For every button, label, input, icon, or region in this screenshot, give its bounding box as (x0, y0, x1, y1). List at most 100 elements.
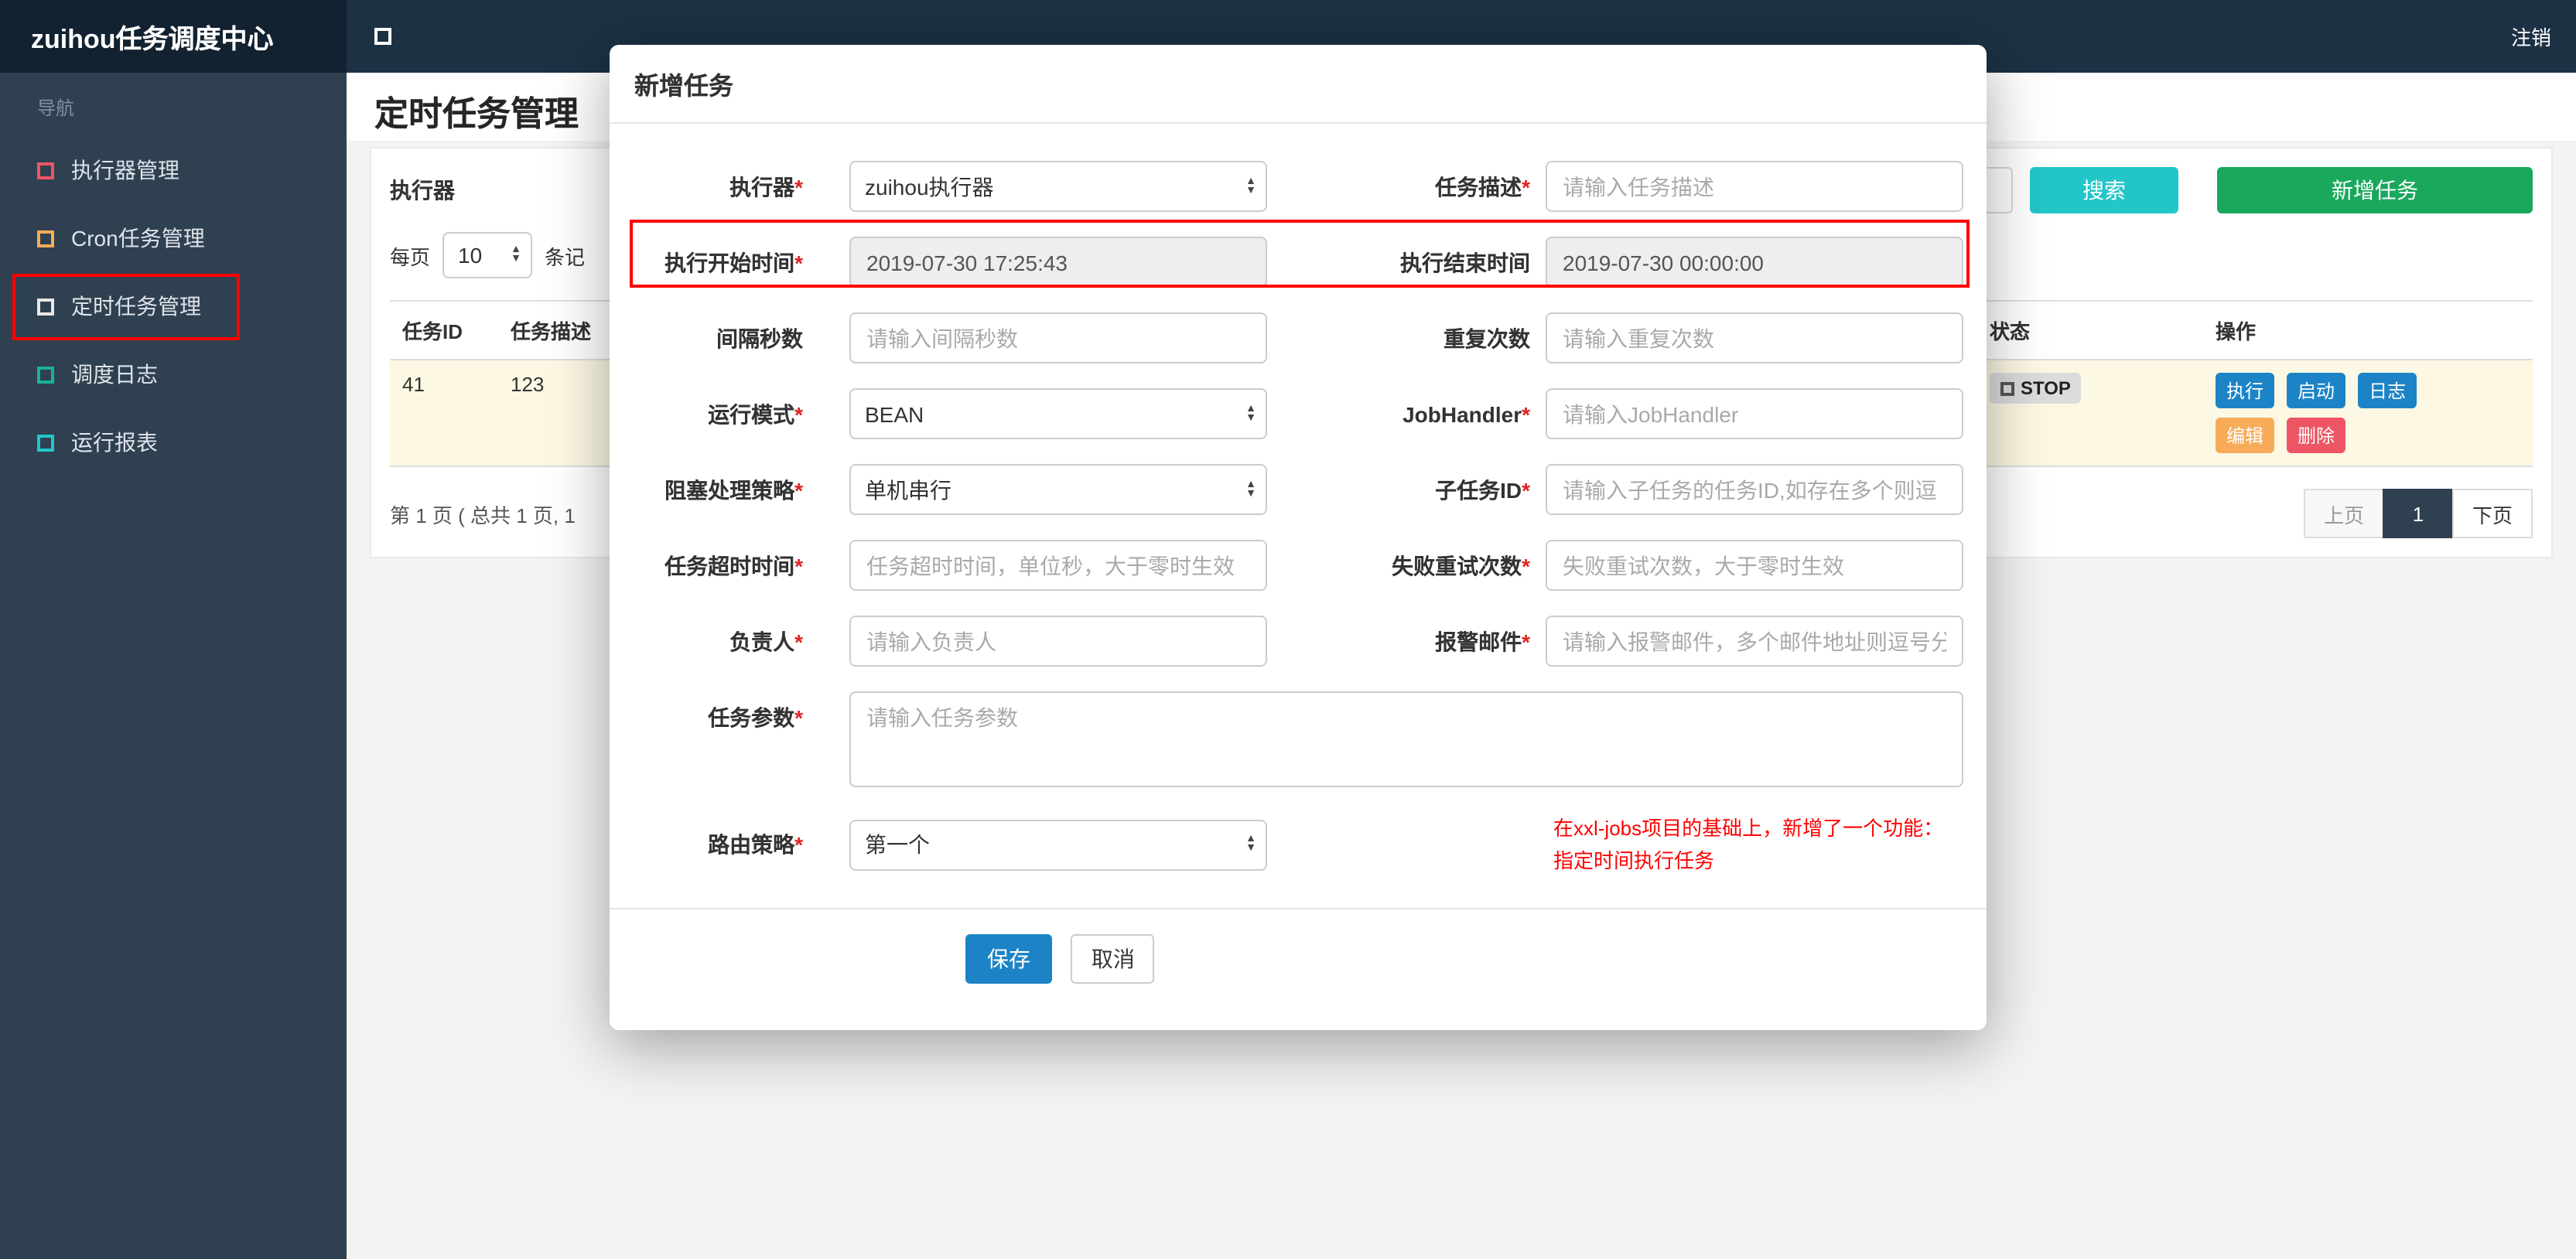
alarm-email-input[interactable] (1546, 616, 1963, 667)
required-marker: * (794, 174, 803, 199)
search-button[interactable]: 搜索 (2030, 167, 2178, 213)
sidebar-item-executor-manage[interactable]: 执行器管理 (0, 136, 347, 204)
sidebar-item-timed-task[interactable]: 定时任务管理 (0, 272, 347, 340)
child-job-label: 子任务ID* (1435, 477, 1530, 502)
sidebar-item-label: 定时任务管理 (71, 294, 201, 319)
form-row-5: 阻塞处理策略* 单机串行 子任务ID* (633, 464, 1963, 515)
modal-title: 新增任务 (610, 45, 1987, 124)
modal-footer: 保存 取消 (610, 908, 1987, 1030)
logout-link[interactable]: 注销 (2511, 22, 2576, 51)
interval-input[interactable] (849, 312, 1267, 363)
job-desc-input[interactable] (1546, 161, 1963, 212)
form-row-param: 任务参数* (633, 691, 1963, 787)
start-time-label: 执行开始时间* (664, 250, 803, 275)
required-marker: * (1522, 174, 1530, 199)
pager-buttons: 上页 1 下页 (2303, 489, 2533, 538)
job-handler-input[interactable] (1546, 388, 1963, 439)
required-marker: * (1522, 553, 1530, 578)
modal-body: 执行器* zuihou执行器 任务描述* 执行开始时间* 执行结束时间 间隔秒数… (610, 124, 1987, 877)
timeout-label: 任务超时时间* (664, 553, 803, 578)
owner-input[interactable] (849, 616, 1267, 667)
feature-note-text: 在xxl-jobs项目的基础上，新增了一个功能： 指定时间执行任务 (1553, 817, 1944, 872)
child-job-input[interactable] (1546, 464, 1963, 515)
select-arrows-icon (511, 246, 521, 264)
per-page-prefix-label: 每页 (390, 245, 431, 268)
glue-type-select[interactable]: BEAN (849, 388, 1267, 439)
timeout-input[interactable] (849, 540, 1267, 591)
pagination-summary: 第 1 页 ( 总共 1 页, 1 (390, 503, 576, 527)
select-arrows-icon (1245, 835, 1256, 854)
delete-button[interactable]: 删除 (2287, 418, 2346, 453)
sidebar-item-cron-task[interactable]: Cron任务管理 (0, 204, 347, 272)
required-marker: * (794, 477, 803, 502)
app-root: zuihou任务调度中心 注销 导航 执行器管理 Cron任务管理 定时任务管理… (0, 0, 2576, 1259)
add-task-button[interactable]: 新增任务 (2217, 167, 2533, 213)
cell-status: STOP (1977, 360, 2203, 467)
block-strategy-label: 阻塞处理策略* (664, 477, 803, 502)
required-marker: * (794, 629, 803, 653)
brand-logo[interactable]: zuihou任务调度中心 (0, 0, 347, 73)
execute-button[interactable]: 执行 (2216, 373, 2275, 408)
sidebar-toggle-icon[interactable] (374, 28, 391, 45)
route-strategy-select-value: 第一个 (865, 832, 930, 857)
form-row-3: 间隔秒数 重复次数 (633, 312, 1963, 363)
next-page-button[interactable]: 下页 (2451, 489, 2533, 538)
select-arrows-icon (1245, 177, 1256, 196)
form-row-1: 执行器* zuihou执行器 任务描述* (633, 161, 1963, 212)
sidebar-item-run-report[interactable]: 运行报表 (0, 408, 347, 476)
status-badge: STOP (1990, 373, 2082, 404)
start-time-input[interactable] (849, 237, 1267, 288)
save-button[interactable]: 保存 (965, 934, 1052, 984)
row-action-buttons: 执行 启动 日志 编辑 删除 (2216, 373, 2432, 453)
required-marker: * (794, 705, 803, 730)
sidebar: 导航 执行器管理 Cron任务管理 定时任务管理 调度日志 运行报表 (0, 73, 347, 1259)
form-row-dates: 执行开始时间* 执行结束时间 (633, 237, 1963, 288)
stop-square-icon (2000, 381, 2014, 395)
executor-select-value: zuihou执行器 (865, 174, 994, 199)
end-time-label: 执行结束时间 (1400, 250, 1530, 275)
log-button[interactable]: 日志 (2358, 373, 2417, 408)
edit-button[interactable]: 编辑 (2216, 418, 2275, 453)
required-marker: * (794, 401, 803, 426)
required-marker: * (794, 832, 803, 857)
page-1-button[interactable]: 1 (2382, 489, 2454, 538)
job-handler-label: JobHandler* (1402, 401, 1530, 426)
start-button[interactable]: 启动 (2287, 373, 2346, 408)
select-arrows-icon (1245, 480, 1256, 499)
form-row-6: 任务超时时间* 失败重试次数* (633, 540, 1963, 591)
cancel-button[interactable]: 取消 (1071, 934, 1155, 984)
sidebar-item-dispatch-log[interactable]: 调度日志 (0, 340, 347, 408)
executor-select[interactable]: zuihou执行器 (849, 161, 1267, 212)
repeat-input[interactable] (1546, 312, 1963, 363)
square-icon (37, 366, 54, 383)
sidebar-item-label: 调度日志 (71, 362, 158, 387)
retry-input[interactable] (1546, 540, 1963, 591)
square-icon (37, 230, 54, 247)
sidebar-item-label: Cron任务管理 (71, 226, 205, 251)
select-arrows-icon (1245, 404, 1256, 423)
cell-job-id: 41 (390, 360, 498, 467)
glue-type-select-value: BEAN (865, 401, 924, 426)
block-strategy-select[interactable]: 单机串行 (849, 464, 1267, 515)
status-text: STOP (2021, 377, 2071, 399)
per-page-select[interactable]: 10 (442, 232, 533, 278)
retry-label: 失败重试次数* (1392, 553, 1530, 578)
job-param-textarea[interactable] (849, 691, 1963, 787)
square-icon (37, 162, 54, 179)
col-header-status: 状态 (1977, 300, 2203, 360)
end-time-input[interactable] (1546, 237, 1963, 288)
job-param-label: 任务参数* (708, 705, 803, 730)
required-marker: * (794, 553, 803, 578)
required-marker: * (1522, 401, 1530, 426)
form-row-4: 运行模式* BEAN JobHandler* (633, 388, 1963, 439)
add-task-modal: 新增任务 执行器* zuihou执行器 任务描述* 执行开始时间* 执行结束时间 (610, 45, 1987, 1030)
sidebar-section-label: 导航 (37, 97, 75, 119)
alarm-email-label: 报警邮件* (1435, 629, 1530, 653)
form-row-7: 负责人* 报警邮件* (633, 616, 1963, 667)
square-icon (37, 298, 54, 315)
executor-filter-label: 执行器 (390, 178, 455, 203)
executor-label: 执行器* (729, 174, 803, 199)
route-strategy-select[interactable]: 第一个 (849, 819, 1267, 870)
prev-page-button[interactable]: 上页 (2303, 489, 2384, 538)
form-row-route: 路由策略* 第一个 在xxl-jobs项目的基础上，新增了一个功能： 指定时间执… (633, 812, 1963, 877)
